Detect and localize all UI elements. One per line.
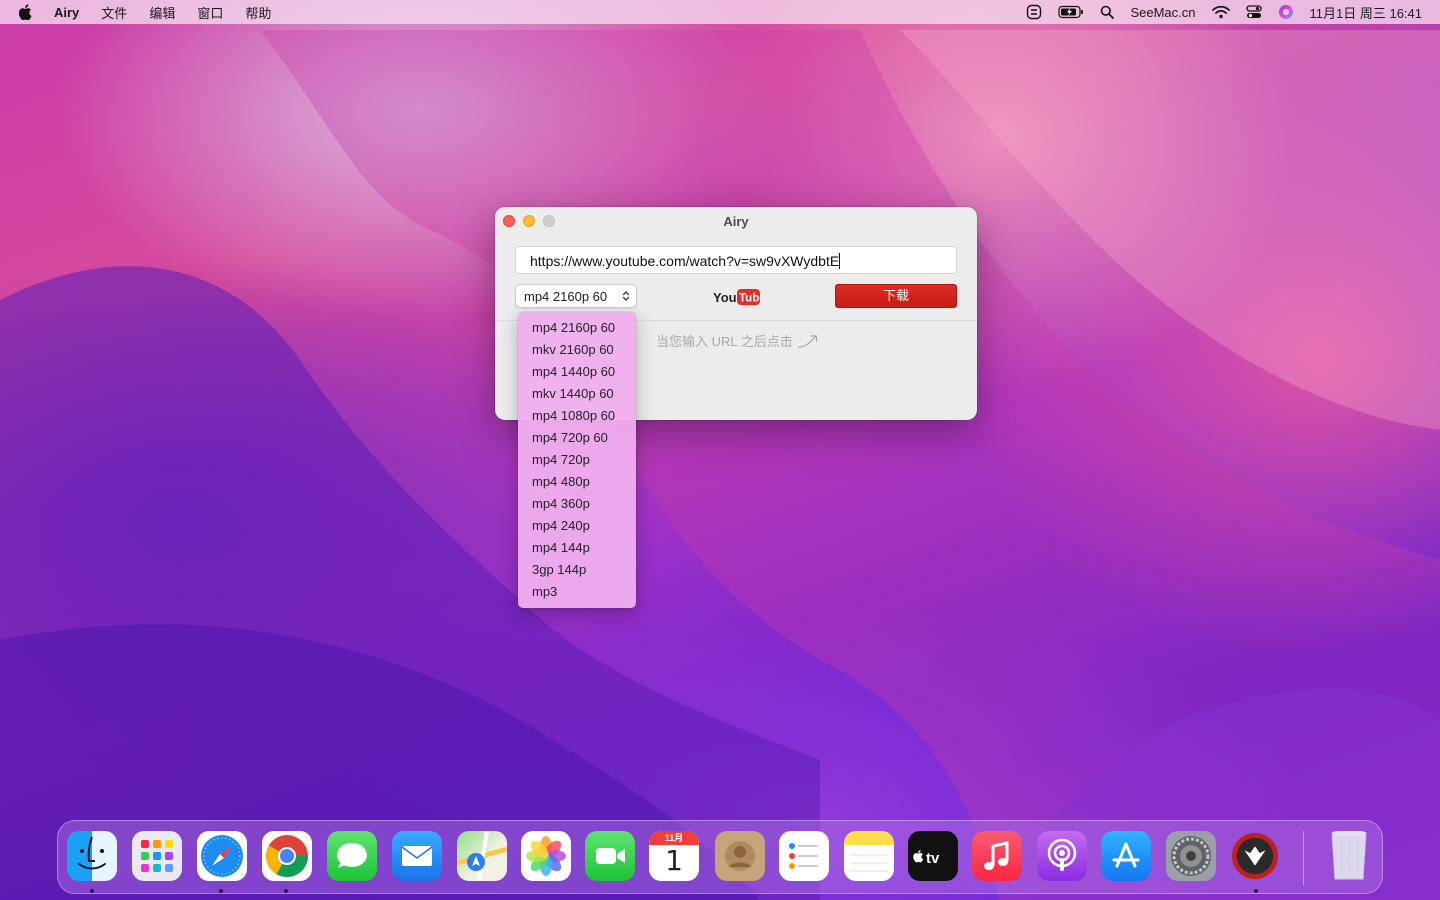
appletv-label: tv (926, 850, 940, 867)
chevron-updown-icon (622, 291, 630, 301)
system-preferences-icon[interactable] (1166, 831, 1216, 881)
dock: 11月 1 tv (57, 820, 1383, 894)
clock[interactable]: 11月1日 周三 16:41 (1310, 3, 1422, 22)
contacts-icon[interactable] (715, 831, 765, 881)
format-dropdown-menu: mp4 2160p 60 mkv 2160p 60 mp4 1440p 60 m… (518, 312, 636, 608)
youtube-logo: You Tube (713, 289, 761, 305)
minimize-button[interactable] (523, 215, 535, 227)
curved-arrow-icon (798, 334, 817, 348)
launchpad-icon[interactable] (132, 831, 182, 881)
menu-window[interactable]: 窗口 (197, 3, 223, 22)
url-input[interactable]: https://www.youtube.com/watch?v=sw9vXWyd… (515, 246, 957, 274)
format-option[interactable]: mkv 1440p 60 (518, 383, 636, 405)
menu-site-label[interactable]: SeeMac.cn (1130, 5, 1195, 20)
airy-icon[interactable] (1230, 831, 1280, 881)
podcasts-icon[interactable] (1037, 831, 1087, 881)
battery-icon[interactable] (1058, 5, 1084, 19)
control-center-icon[interactable] (1245, 5, 1262, 19)
format-option[interactable]: 3gp 144p (518, 559, 636, 581)
hint: 当您输入 URL 之后点击 (656, 331, 821, 350)
format-option[interactable]: mp4 240p (518, 515, 636, 537)
wallpaper (0, 30, 1440, 900)
format-option[interactable]: mp3 (518, 581, 636, 603)
siri-icon[interactable] (1278, 4, 1294, 20)
text-caret (839, 253, 841, 269)
photos-icon[interactable] (521, 831, 571, 881)
zoom-button[interactable] (543, 215, 555, 227)
menu-bar: Airy 文件 编辑 窗口 帮助 SeeMac.cn 11月1日 周三 16:4… (0, 0, 1440, 24)
title-bar[interactable]: Airy (495, 207, 977, 235)
wifi-icon[interactable] (1211, 5, 1230, 19)
menu-extra-icon[interactable] (1026, 4, 1042, 20)
format-option[interactable]: mp4 720p (518, 449, 636, 471)
notes-icon[interactable] (844, 831, 894, 881)
chrome-icon[interactable] (262, 831, 312, 881)
menu-file[interactable]: 文件 (101, 3, 127, 22)
format-option[interactable]: mp4 480p (518, 471, 636, 493)
format-option[interactable]: mp4 1440p 60 (518, 361, 636, 383)
format-option[interactable]: mp4 360p (518, 493, 636, 515)
url-input-value: https://www.youtube.com/watch?v=sw9vXWyd… (530, 253, 840, 269)
youtube-logo-tube: Tube (739, 293, 761, 305)
format-option[interactable]: mp4 1080p 60 (518, 405, 636, 427)
calendar-icon[interactable]: 11月 1 (649, 831, 699, 881)
hint-text: 当您输入 URL 之后点击 (656, 334, 793, 349)
reminders-icon[interactable] (779, 831, 829, 881)
running-indicator (284, 889, 288, 893)
format-option[interactable]: mp4 2160p 60 (518, 317, 636, 339)
music-icon[interactable] (972, 831, 1022, 881)
running-indicator (219, 889, 223, 893)
menu-help[interactable]: 帮助 (245, 3, 271, 22)
facetime-icon[interactable] (585, 831, 635, 881)
safari-icon[interactable] (197, 831, 247, 881)
window-title: Airy (723, 213, 749, 229)
download-button[interactable]: 下载 (835, 284, 957, 308)
spotlight-search-icon[interactable] (1100, 5, 1115, 19)
format-option[interactable]: mp4 720p 60 (518, 427, 636, 449)
messages-icon[interactable] (327, 831, 377, 881)
appstore-icon[interactable] (1101, 831, 1151, 881)
mail-icon[interactable] (392, 831, 442, 881)
menu-edit[interactable]: 编辑 (149, 3, 175, 22)
youtube-logo-you: You (713, 290, 737, 305)
dock-separator (1303, 831, 1304, 885)
app-menu[interactable]: Airy (54, 5, 79, 20)
format-option[interactable]: mkv 2160p 60 (518, 339, 636, 361)
close-button[interactable] (503, 215, 515, 227)
calendar-day: 1 (665, 844, 683, 877)
format-option[interactable]: mp4 144p (518, 537, 636, 559)
apple-icon[interactable] (18, 4, 32, 20)
format-select-value: mp4 2160p 60 (524, 289, 608, 304)
running-indicator (1254, 889, 1258, 893)
finder-icon[interactable] (67, 831, 117, 881)
trash-icon[interactable] (1324, 831, 1374, 881)
format-select[interactable]: mp4 2160p 60 (515, 284, 637, 308)
appletv-icon[interactable]: tv (908, 831, 958, 881)
maps-icon[interactable] (457, 831, 507, 881)
running-indicator (90, 889, 94, 893)
calendar-month: 11月 (649, 831, 699, 845)
